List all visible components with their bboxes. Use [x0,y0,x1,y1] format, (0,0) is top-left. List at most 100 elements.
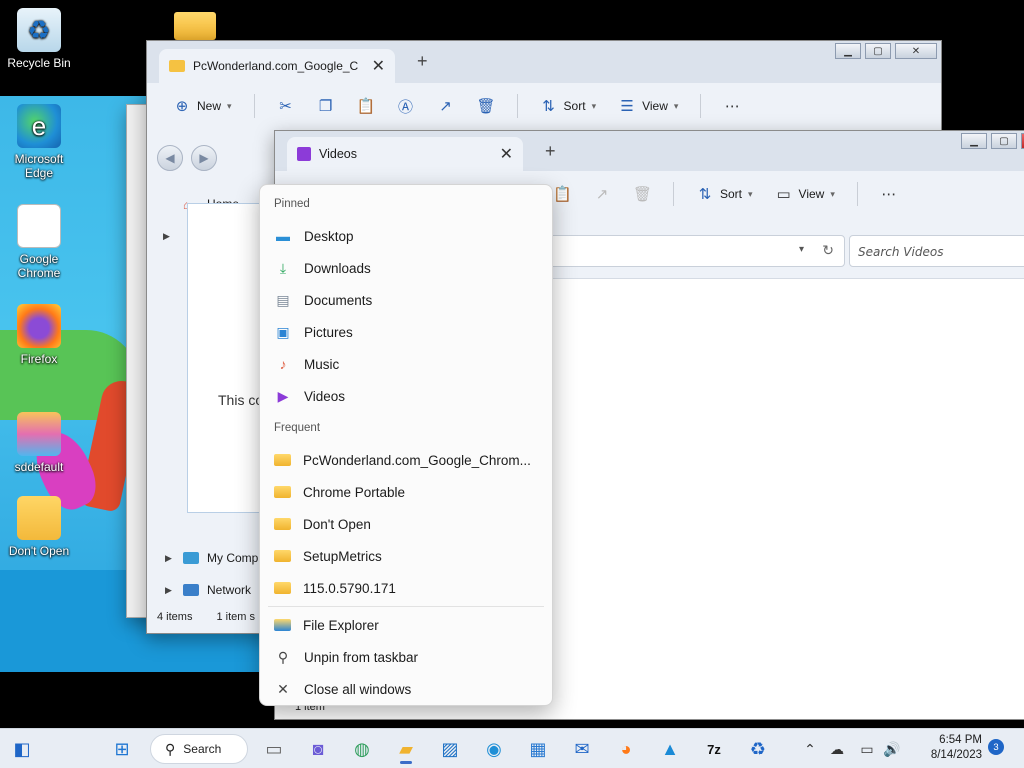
minimize-button[interactable]: ▁ [961,133,987,149]
clock-date: 8/14/2023 [930,749,982,761]
edge-icon[interactable]: ◉ [478,734,510,764]
taskbar-search[interactable]: ⚲ Search [150,734,248,764]
rename-icon: Ⓐ [398,98,414,116]
view-label: View [642,99,668,113]
copy-button[interactable]: ❐ [309,91,343,121]
view-button[interactable]: ☰ View ▾ [610,91,686,121]
selected-count: 1 item s [216,611,255,623]
notification-badge[interactable]: 3 [988,739,1004,755]
mail-icon[interactable]: ✉ [566,734,598,764]
more-options-button[interactable]: ⋯ [715,91,749,121]
document-icon [17,204,61,248]
new-button[interactable]: ⊕ New ▾ [165,91,240,121]
sidebar-item-my-computer[interactable]: ▶ My Comp [165,551,258,565]
store-icon[interactable]: ▦ [522,734,554,764]
desktop-icon-dont-open[interactable]: Don't Open [1,496,77,558]
jumplist-item-desktop[interactable]: ▬ Desktop [266,221,546,251]
jumplist-item-file-explorer[interactable]: File Explorer [266,610,546,640]
jumplist-item-frequent[interactable]: Don't Open [266,509,546,539]
share-button[interactable]: ↗ [429,91,463,121]
chevron-up-icon[interactable]: ⌃ [800,741,820,758]
globe-app-icon[interactable]: ◍ [346,734,378,764]
desktop-icon-recycle-bin[interactable]: ♻ Recycle Bin [1,8,77,70]
teams-chat-icon[interactable]: ◙ [302,734,334,764]
refresh-icon[interactable]: ↻ [822,242,834,259]
chevron-down-icon: ▾ [830,188,835,199]
recycle-bin-icon[interactable]: ♻ [742,734,774,764]
jumplist-item-videos[interactable]: ▶ Videos [266,381,546,411]
cut-button[interactable]: ✂ [269,91,303,121]
close-tab-icon[interactable]: ✕ [372,56,385,76]
sidebar-expander[interactable]: ▶ [163,231,173,242]
folder-icon[interactable] [174,12,216,40]
onedrive-icon[interactable]: ☁ [820,741,854,758]
widgets-icon[interactable]: ◧ [6,734,38,764]
desktop-icon-chrome[interactable]: Google Chrome [1,204,77,280]
delete-button[interactable]: 🗑 [625,179,659,209]
forward-arrow-icon[interactable]: ▶ [191,145,217,171]
download-icon: ⤓ [279,259,287,276]
title-bar[interactable]: PcWonderland.com_Google_C ✕ + ▁ ▢ ✕ [147,41,941,83]
paste-button[interactable]: 📋 [349,91,383,121]
sort-label: Sort [720,187,743,201]
sort-button[interactable]: ⇅ Sort ▾ [688,179,761,209]
maximize-button[interactable]: ▢ [865,43,891,59]
volume-icon[interactable]: 🔊 [880,741,904,758]
desktop-icon-edge[interactable]: e Microsoft Edge [1,104,77,180]
new-tab-button[interactable]: + [545,141,556,162]
music-icon: ♪ [279,356,287,372]
desktop-icon: ▬ [276,228,290,244]
share-button[interactable]: ↗ [585,179,619,209]
maps-icon[interactable]: ▲ [654,734,686,764]
clock[interactable]: 6:54 PM 8/14/2023 [912,733,982,763]
jumplist-item-close-all[interactable]: ✕ Close all windows [266,674,546,704]
network-icon[interactable]: ▭ [854,741,880,758]
jumplist-item-frequent[interactable]: 115.0.5790.171 [266,573,546,603]
tab-videos[interactable]: Videos ✕ [287,137,523,171]
chevron-right-icon: ▶ [165,552,172,563]
back-arrow-icon[interactable]: ◀ [157,145,183,171]
command-bar: ⊕ New ▾ ✂ ❐ 📋 Ⓐ ↗ 🗑 ⇅ Sort ▾ ☰ View ▾ ⋯ [147,83,941,129]
desktop-icon-label: sddefault [14,460,64,474]
jumplist-item-frequent[interactable]: PcWonderland.com_Google_Chrom... [266,445,546,475]
title-bar[interactable]: Videos ✕ + ▁ ▢ ✕ [275,131,1024,171]
tab-pcwonderland[interactable]: PcWonderland.com_Google_C ✕ [159,49,395,83]
task-view-icon[interactable]: ▭ [258,734,290,764]
plus-circle-icon: ⊕ [175,98,189,115]
jumplist-item-music[interactable]: ♪ Music [266,349,546,379]
minimize-button[interactable]: ▁ [835,43,861,59]
divider [253,94,255,118]
empty-folder-message: This co [218,392,264,408]
desktop-icon-sddefault[interactable]: sddefault [1,412,77,474]
taskbar: ◧ ⊞ ⚲ Search ▭ ◙ ◍ ▰ ▨ ◉ ▦ ✉ ◕ ▲ 7z ♻ ⌃ … [0,728,1024,768]
delete-button[interactable]: 🗑 [469,91,503,121]
7zip-icon[interactable]: 7z [698,734,730,764]
folder-icon [274,550,291,562]
view-button[interactable]: ▭ View ▾ [767,179,843,209]
photos-icon[interactable]: ▨ [434,734,466,764]
sidebar-item-network[interactable]: ▶ Network [165,583,251,597]
jumplist-item-unpin[interactable]: ⚲ Unpin from taskbar [266,642,546,672]
jumplist-label: 115.0.5790.171 [303,580,396,596]
chevron-down-icon[interactable]: ▾ [799,244,804,255]
desktop-icon-firefox[interactable]: Firefox [1,304,77,366]
close-tab-icon[interactable]: ✕ [500,144,513,164]
file-explorer-icon[interactable]: ▰ [390,734,422,764]
more-options-button[interactable]: ⋯ [872,179,906,209]
jumplist-label: SetupMetrics [303,548,382,564]
new-tab-button[interactable]: + [417,51,428,72]
jumplist-item-frequent[interactable]: SetupMetrics [266,541,546,571]
share-icon: ↗ [595,186,609,203]
jumplist-item-downloads[interactable]: ⤓ Downloads [266,253,546,283]
jumplist-item-pictures[interactable]: ▣ Pictures [266,317,546,347]
jumplist-item-frequent[interactable]: Chrome Portable [266,477,546,507]
start-button[interactable]: ⊞ [106,734,138,764]
sort-button[interactable]: ⇅ Sort ▾ [532,91,605,121]
firefox-icon[interactable]: ◕ [610,734,642,764]
close-button[interactable]: ✕ [895,43,937,59]
maximize-button[interactable]: ▢ [991,133,1017,149]
clipboard-icon: 📋 [356,98,376,115]
search-input[interactable]: Search Videos [849,235,1024,267]
jumplist-item-documents[interactable]: ▤ Documents [266,285,546,315]
rename-button[interactable]: Ⓐ [389,90,423,123]
